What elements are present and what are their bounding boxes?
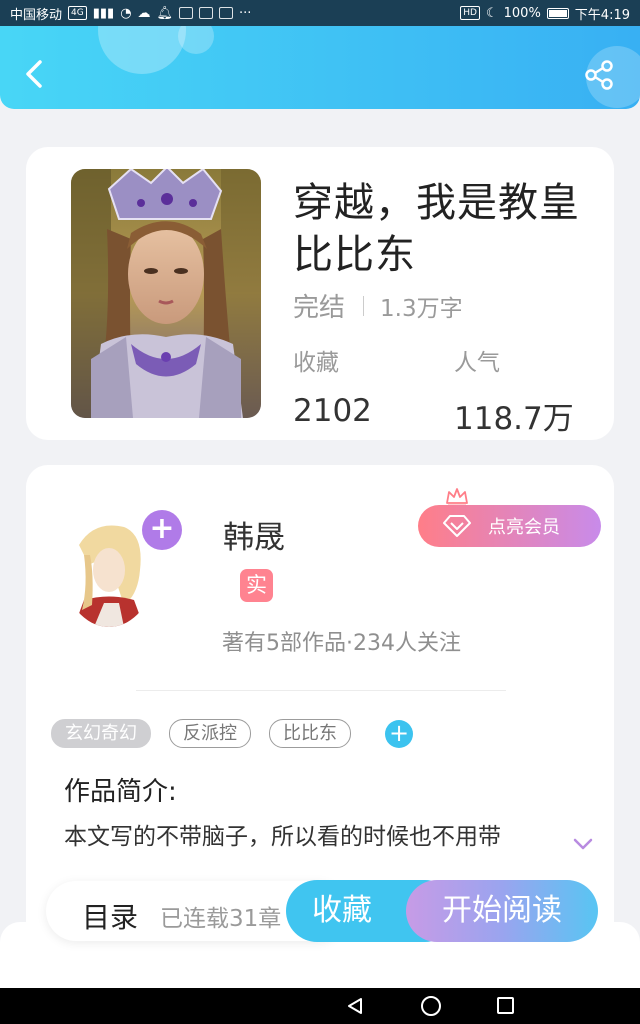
decor-bubble: [98, 26, 186, 74]
crown-icon: [446, 488, 468, 507]
favorites-stat: 收藏 2102: [293, 343, 372, 429]
wifi-icon: ◔: [120, 5, 132, 21]
book-info-card: 穿越，我是教皇比比东 完结 1.3万字 收藏 2102 人气 118.7万: [26, 147, 614, 440]
signal-icon: ▮▮▮: [92, 5, 115, 21]
clock: 下午4:19: [574, 7, 630, 23]
vip-membership-button[interactable]: 点亮会员: [418, 505, 601, 547]
book-word-count: 1.3万字: [380, 295, 463, 322]
back-button[interactable]: [20, 56, 50, 92]
app-notification-icon: [219, 7, 234, 19]
decor-bubble: [178, 26, 214, 54]
network-type: 4G: [68, 6, 87, 20]
add-tag-button[interactable]: +: [385, 719, 413, 748]
book-meta: 完结 1.3万字: [293, 287, 463, 324]
status-bar-left: 中国移动 4G ▮▮▮ ◔ ☁ 🔔︎ ···: [10, 4, 251, 23]
author-stats: 著有5部作品·234人关注: [222, 631, 461, 656]
diamond-icon: [443, 515, 471, 537]
tag-item[interactable]: 反派控: [169, 719, 251, 748]
nav-back-icon[interactable]: [347, 997, 363, 1015]
tag-item[interactable]: 玄幻奇幻: [51, 719, 151, 748]
favorites-label: 收藏: [293, 350, 339, 376]
author-name[interactable]: 韩晟: [223, 512, 285, 557]
book-cover-image[interactable]: [71, 169, 261, 418]
app-notification-icon: [199, 7, 214, 19]
battery-icon: [546, 7, 569, 19]
notification-icon: 🔔︎: [156, 5, 174, 21]
tag-item[interactable]: 比比东: [269, 719, 351, 748]
more-notifications-icon: ···: [239, 5, 252, 21]
author-avatar[interactable]: [64, 515, 154, 627]
book-status: 完结: [293, 293, 346, 323]
book-title: 穿越，我是教皇比比东: [293, 180, 580, 278]
share-button[interactable]: [582, 58, 616, 92]
battery-percent: 100%: [503, 5, 541, 21]
intro-text[interactable]: 本文写的不带脑子，所以看的时候也不用带: [64, 821, 554, 875]
carrier-label: 中国移动: [10, 7, 63, 23]
serial-status: 已连载31章: [160, 906, 282, 932]
hd-icon: HD: [460, 6, 480, 20]
popularity-label: 人气: [454, 350, 500, 376]
nav-home-icon[interactable]: [421, 996, 441, 1016]
favorites-value: 2102: [293, 393, 372, 429]
catalog-label[interactable]: 目录: [82, 896, 138, 936]
popularity-stat: 人气 118.7万: [454, 343, 574, 438]
system-nav-bar: [0, 988, 640, 1024]
status-bar: 中国移动 4G ▮▮▮ ◔ ☁ 🔔︎ ··· HD ☾ 100% 下午4:19: [0, 0, 640, 26]
moon-icon: ☾: [485, 5, 498, 21]
section-divider: [136, 690, 506, 691]
intro-title: 作品简介:: [64, 777, 177, 807]
follow-author-button[interactable]: +: [142, 510, 182, 550]
popularity-value: 118.7万: [454, 401, 574, 437]
top-header: [0, 26, 640, 109]
cloud-icon: ☁: [137, 5, 151, 21]
nav-recent-apps-icon[interactable]: [497, 997, 514, 1014]
start-reading-button[interactable]: 开始阅读: [406, 880, 598, 942]
verified-badge: 实: [240, 569, 273, 602]
meta-divider: [363, 295, 365, 316]
app-notification-icon: [179, 7, 194, 19]
tag-list: 玄幻奇幻 反派控 比比东 +: [51, 719, 413, 748]
vip-button-label: 点亮会员: [488, 517, 560, 538]
chevron-down-icon[interactable]: [572, 837, 594, 851]
status-bar-right: HD ☾ 100% 下午4:19: [460, 4, 630, 23]
